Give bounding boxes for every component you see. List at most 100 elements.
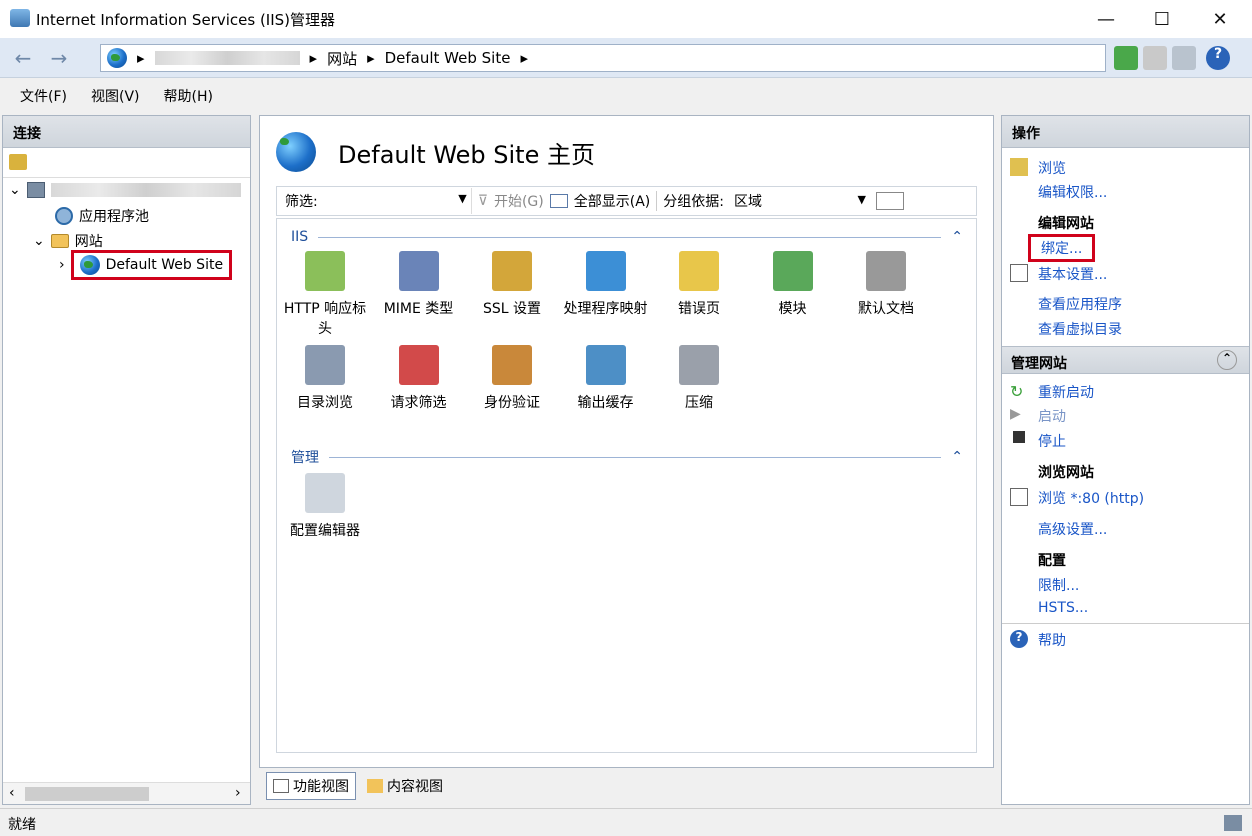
action-edit-permissions[interactable]: 编辑权限... bbox=[1038, 182, 1107, 202]
chevron-right-icon[interactable]: › bbox=[59, 257, 65, 273]
group-name-iis: IIS bbox=[291, 229, 309, 245]
feature-item[interactable]: MIME 类型 bbox=[373, 251, 465, 319]
feature-item[interactable]: 模块 bbox=[747, 251, 839, 319]
filter-input[interactable]: ▼ bbox=[324, 188, 472, 214]
window-title: Internet Information Services (IIS)管理器 bbox=[36, 11, 336, 29]
collapse-icon[interactable]: ⌃ bbox=[951, 449, 963, 465]
actions-header: 操作 bbox=[1002, 116, 1249, 148]
feature-icon bbox=[866, 251, 906, 291]
breadcrumb-sites[interactable]: 网站 bbox=[327, 48, 357, 69]
connections-panel: 连接 ⌄ 应用程序池 ⌄ 网站 › Default Web Site ‹ › bbox=[2, 115, 251, 805]
action-view-virtual-directories[interactable]: 查看虚拟目录 bbox=[1038, 319, 1122, 339]
forward-button[interactable]: → bbox=[44, 44, 74, 72]
tree-app-pools[interactable]: 应用程序池 bbox=[55, 206, 149, 226]
tab-features-view-label: 功能视图 bbox=[293, 779, 349, 795]
tree-default-web-site[interactable]: › Default Web Site bbox=[59, 250, 233, 280]
chevron-right-icon: ▸ bbox=[520, 49, 528, 67]
feature-item[interactable]: 错误页 bbox=[653, 251, 745, 319]
start-filter-button[interactable]: 开始(G) bbox=[494, 191, 544, 211]
minimize-button[interactable]: — bbox=[1076, 0, 1136, 38]
feature-item[interactable]: 目录浏览 bbox=[279, 345, 371, 413]
status-bar: 就绪 bbox=[0, 808, 1252, 836]
action-basic-settings[interactable]: 基本设置... bbox=[1038, 264, 1107, 284]
action-browse[interactable]: 浏览 bbox=[1038, 158, 1066, 178]
horizontal-scrollbar[interactable]: ‹ › bbox=[3, 782, 250, 804]
scroll-right-icon[interactable]: › bbox=[235, 785, 241, 801]
feature-label: 请求筛选 bbox=[390, 395, 447, 411]
chevron-right-icon: ▸ bbox=[309, 49, 318, 67]
tree-sites[interactable]: ⌄ 网站 bbox=[33, 231, 103, 251]
feature-item[interactable]: 默认文档 bbox=[840, 251, 932, 319]
action-restart[interactable]: 重新启动 bbox=[1038, 382, 1094, 402]
help-icon[interactable]: ? bbox=[1206, 46, 1230, 70]
feature-item[interactable]: SSL 设置 bbox=[466, 251, 558, 319]
chevron-down-icon[interactable]: ▼ bbox=[858, 193, 866, 206]
funnel-icon: ⊽ bbox=[477, 193, 488, 209]
action-advanced-settings[interactable]: 高级设置... bbox=[1038, 519, 1107, 539]
stop-icon[interactable] bbox=[1143, 46, 1167, 70]
sites-folder-icon bbox=[50, 234, 69, 248]
address-bar: ← → ▸ ▸ 网站 ▸ Default Web Site ▸ ? bbox=[0, 38, 1252, 78]
group-header-management[interactable]: 管理 ⌃ bbox=[291, 447, 963, 467]
chevron-right-icon: ▸ bbox=[137, 49, 145, 67]
action-view-applications[interactable]: 查看应用程序 bbox=[1038, 294, 1122, 314]
feature-label: 身份验证 bbox=[484, 395, 540, 411]
group-by-select[interactable]: 区域 ▼ bbox=[729, 189, 870, 213]
menu-help[interactable]: 帮助(H) bbox=[164, 86, 213, 106]
chevron-down-icon[interactable]: ⌄ bbox=[33, 233, 45, 249]
feature-item[interactable]: 配置编辑器 bbox=[279, 473, 371, 541]
feature-label: 处理程序映射 bbox=[563, 301, 648, 317]
scrollbar-thumb[interactable] bbox=[25, 787, 149, 801]
breadcrumb[interactable]: ▸ ▸ 网站 ▸ Default Web Site ▸ bbox=[100, 44, 1106, 72]
feature-item[interactable]: 输出缓存 bbox=[560, 345, 652, 413]
selected-site-highlight[interactable]: Default Web Site bbox=[70, 250, 233, 280]
group-header-iis[interactable]: IIS ⌃ bbox=[291, 229, 963, 245]
action-limits[interactable]: 限制... bbox=[1038, 575, 1079, 595]
feature-label: HTTP 响应标头 bbox=[283, 301, 367, 337]
app-pool-icon bbox=[55, 207, 73, 225]
refresh-icon[interactable] bbox=[1114, 46, 1138, 70]
breadcrumb-default-web-site[interactable]: Default Web Site bbox=[385, 49, 511, 67]
chevron-down-icon[interactable]: ⌄ bbox=[9, 182, 21, 198]
tree-server[interactable]: ⌄ bbox=[9, 182, 241, 198]
page-title-text: Default Web Site 主页 bbox=[338, 140, 595, 169]
manage-site-title: 管理网站 bbox=[1011, 356, 1067, 372]
menu-view[interactable]: 视图(V) bbox=[91, 86, 140, 106]
show-all-button[interactable]: 全部显示(A) bbox=[574, 191, 651, 211]
collapse-icon[interactable]: ⌃ bbox=[951, 229, 963, 245]
status-text: 就绪 bbox=[8, 817, 36, 833]
feature-item[interactable]: 请求筛选 bbox=[373, 345, 465, 413]
feature-icon bbox=[679, 251, 719, 291]
filter-label: 筛选: bbox=[285, 194, 318, 210]
tab-content-view-label: 内容视图 bbox=[387, 779, 443, 795]
action-stop[interactable]: 停止 bbox=[1038, 431, 1066, 451]
maximize-button[interactable]: ☐ bbox=[1132, 0, 1192, 38]
collapse-icon[interactable]: ⌃ bbox=[1217, 350, 1237, 370]
feature-item[interactable]: 处理程序映射 bbox=[560, 251, 652, 319]
feature-item[interactable]: 身份验证 bbox=[466, 345, 558, 413]
close-button[interactable]: ✕ bbox=[1190, 0, 1250, 38]
scroll-left-icon[interactable]: ‹ bbox=[9, 785, 15, 801]
back-button[interactable]: ← bbox=[8, 44, 38, 72]
feature-item[interactable]: HTTP 响应标头 bbox=[279, 251, 371, 339]
divider bbox=[329, 456, 942, 458]
tab-content-view[interactable]: 内容视图 bbox=[360, 772, 450, 800]
server-name-redacted bbox=[50, 183, 241, 197]
action-help[interactable]: 帮助 bbox=[1038, 630, 1066, 650]
restart-icon: ↻ bbox=[1010, 382, 1024, 401]
view-mode-icon[interactable] bbox=[875, 192, 904, 210]
action-hsts[interactable]: HSTS... bbox=[1038, 600, 1088, 616]
home-icon[interactable] bbox=[1172, 46, 1196, 70]
action-start[interactable]: 启动 bbox=[1038, 406, 1066, 426]
tab-features-view[interactable]: 功能视图 bbox=[266, 772, 356, 800]
action-bindings[interactable]: 绑定... bbox=[1028, 234, 1096, 262]
chevron-down-icon[interactable]: ▼ bbox=[458, 192, 466, 205]
action-browse-80[interactable]: 浏览 *:80 (http) bbox=[1038, 488, 1144, 508]
feature-item[interactable]: 压缩 bbox=[653, 345, 745, 413]
feature-icon bbox=[772, 251, 813, 291]
connect-icon[interactable] bbox=[9, 154, 27, 170]
divider bbox=[318, 236, 942, 238]
feature-icon bbox=[585, 251, 626, 291]
group-by-label: 分组依据: bbox=[663, 194, 724, 210]
menu-file[interactable]: 文件(F) bbox=[20, 86, 67, 106]
